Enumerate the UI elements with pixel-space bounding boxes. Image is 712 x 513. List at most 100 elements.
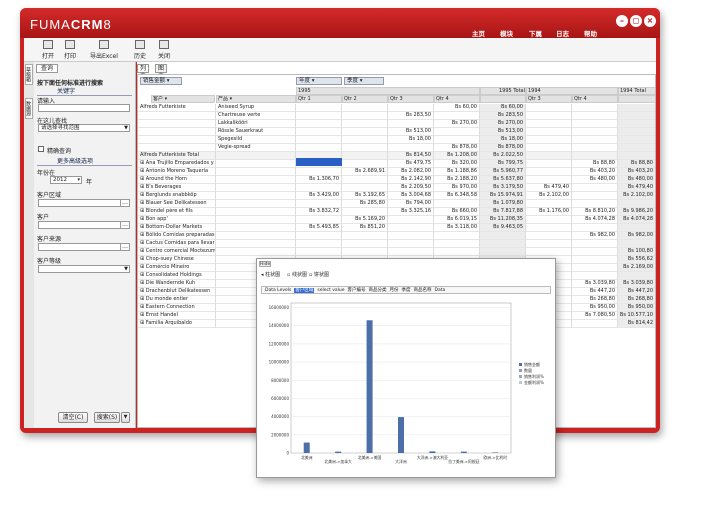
advanced-section[interactable]: 更多高级选项 xyxy=(37,156,132,166)
row-value xyxy=(618,104,655,112)
browse-icon[interactable]: … xyxy=(120,243,129,251)
level-select[interactable]: ▼ xyxy=(38,265,130,273)
browse-icon[interactable]: … xyxy=(120,199,129,207)
row-value xyxy=(434,112,480,120)
tab-chart[interactable]: 图表 xyxy=(155,64,168,80)
row-customer[interactable]: ⊞ Drachenblut Delikatessen xyxy=(138,288,216,296)
row-customer[interactable] xyxy=(138,120,216,128)
row-customer[interactable]: ⊞ Around the Horn xyxy=(138,176,216,184)
row-customer[interactable]: ⊞ Du monde entier xyxy=(138,296,216,304)
row-product: Vegie-spread xyxy=(216,144,296,152)
row-customer[interactable]: ⊞ Blauer See Delikatessen xyxy=(138,200,216,208)
customer-input[interactable]: … xyxy=(38,221,130,229)
tab-drafts[interactable]: 草稿箱 xyxy=(25,64,33,85)
history-button[interactable]: 历史 xyxy=(134,40,146,60)
row-customer[interactable]: ⊞ Cactus Comidas para llevar xyxy=(138,240,216,248)
row-customer[interactable]: Alfreds Futterkiste Total xyxy=(138,152,216,160)
nav-log[interactable]: 日志 xyxy=(556,28,569,38)
row-value: Bs 479,40 xyxy=(526,184,572,192)
nav-subordinates[interactable]: 下属 xyxy=(529,28,542,38)
field-sales[interactable]: 销售金额 ▾ xyxy=(140,77,182,85)
bar xyxy=(492,452,499,453)
row-customer[interactable]: ⊞ Blondel père et fils xyxy=(138,208,216,216)
year-1994-header[interactable]: 1994 xyxy=(526,87,618,95)
keyword-input[interactable] xyxy=(38,104,130,112)
tool-bar-chart[interactable]: ◂ 柱状图 xyxy=(261,271,280,278)
row-value: Bs 480,00 xyxy=(572,176,618,184)
nav-help[interactable]: 帮助 xyxy=(584,28,597,38)
search-button[interactable]: 搜索(S) xyxy=(94,412,120,423)
restore-icon[interactable]: ◻ xyxy=(630,15,642,27)
row-customer[interactable]: ⊞ Comércio Mineiro xyxy=(138,264,216,272)
row-value: Bs 283,50 xyxy=(480,112,526,120)
tool-pie-chart[interactable]: ▫ 饼状图 xyxy=(309,271,329,278)
row-customer[interactable]: ⊞ Bon app' xyxy=(138,216,216,224)
tab-query[interactable]: 查询 xyxy=(36,64,58,73)
export-excel-button[interactable]: 导出Excel xyxy=(90,40,118,60)
row-value xyxy=(572,192,618,200)
row-value: Bs 268,80 xyxy=(572,296,618,304)
tool-line-chart[interactable]: ▫ 线状图 xyxy=(287,271,307,278)
row-value: Bs 1.079,80 xyxy=(480,200,526,208)
row-customer[interactable]: ⊞ Centro comercial Moctezuma xyxy=(138,248,216,256)
bar xyxy=(460,451,467,453)
row-customer[interactable]: ⊞ Bottom-Dollar Markets xyxy=(138,224,216,232)
row-value: Bs 9.463,05 xyxy=(480,224,526,232)
legend-swatch xyxy=(519,381,522,384)
year-spinner[interactable]: 2012 ▾ xyxy=(50,176,82,184)
row-customer[interactable] xyxy=(138,136,216,144)
row-customer[interactable]: ⊞ B's Beverages xyxy=(138,184,216,192)
row-customer[interactable]: ⊞ Bólido Comidas preparadas xyxy=(138,232,216,240)
open-button[interactable]: 打开 xyxy=(42,40,54,60)
row-customer[interactable]: ⊞ Die Wandernde Kuh xyxy=(138,280,216,288)
row-value xyxy=(388,104,434,112)
minimize-icon[interactable]: – xyxy=(616,15,628,27)
clear-button[interactable]: 清空(C) xyxy=(58,412,88,423)
row-customer[interactable]: ⊞ Chop-suey Chinese xyxy=(138,256,216,264)
tab-datasource[interactable]: 数据源 xyxy=(25,98,33,119)
bar xyxy=(398,417,404,453)
row-value xyxy=(526,240,572,248)
customer-header[interactable]: 客户 ▾ xyxy=(151,95,215,103)
print-button[interactable]: 打印 xyxy=(64,40,76,60)
tab-list[interactable]: 列表 xyxy=(137,64,150,80)
row-customer[interactable]: ⊞ Ana Trujillo Emparedados y helados xyxy=(138,160,216,168)
row-customer[interactable]: ⊞ Familia Arquibaldo xyxy=(138,320,216,328)
row-customer[interactable]: Alfreds Futterkiste xyxy=(138,104,216,112)
row-customer[interactable]: ⊞ Eastern Connection xyxy=(138,304,216,312)
year-1995-header[interactable]: 1995 xyxy=(296,87,480,95)
row-value: Bs 982,00 xyxy=(618,232,655,240)
nav-modules[interactable]: 模块 xyxy=(500,28,513,38)
search-options-icon[interactable]: ▼ xyxy=(121,412,130,423)
row-customer[interactable] xyxy=(138,128,216,136)
close-button[interactable]: 关闭 xyxy=(158,40,170,60)
row-customer[interactable] xyxy=(138,112,216,120)
row-customer[interactable]: ⊞ Berglunds snabbköp xyxy=(138,192,216,200)
level-label: 客户等级 xyxy=(37,258,62,265)
keyword-section[interactable]: 关键字 xyxy=(37,86,132,96)
row-product: Aniseed Syrup xyxy=(216,104,296,112)
row-value: Bs 270,00 xyxy=(480,120,526,128)
field-year[interactable]: 年度 ▾ xyxy=(296,77,342,85)
row-customer[interactable]: ⊞ Ernst Handel xyxy=(138,312,216,320)
selected-cell[interactable] xyxy=(296,158,342,166)
quarter-header: Qtr 2 xyxy=(342,95,388,103)
source-input[interactable]: … xyxy=(38,243,130,251)
search-in-select[interactable]: 请选择寻找范围 ▼ xyxy=(38,124,130,132)
row-customer[interactable] xyxy=(138,144,216,152)
excel-icon xyxy=(98,40,109,49)
row-product xyxy=(216,216,296,224)
row-value xyxy=(296,184,342,192)
nav-home[interactable]: 主页 xyxy=(472,28,485,38)
row-value xyxy=(296,120,342,128)
hide-tab[interactable]: Hide xyxy=(259,261,271,267)
region-input[interactable]: … xyxy=(38,199,130,207)
row-value: Bs 5.960,77 xyxy=(480,168,526,176)
exact-checkbox[interactable] xyxy=(38,146,44,152)
row-customer[interactable]: ⊞ Consolidated Holdings xyxy=(138,272,216,280)
row-customer[interactable]: ⊞ Antonio Moreno Taquería xyxy=(138,168,216,176)
close-window-icon[interactable]: × xyxy=(644,15,656,27)
product-header[interactable]: 产品 ▾ xyxy=(216,95,296,103)
field-quarter[interactable]: 季度 ▾ xyxy=(344,77,384,85)
browse-icon[interactable]: … xyxy=(120,221,129,229)
